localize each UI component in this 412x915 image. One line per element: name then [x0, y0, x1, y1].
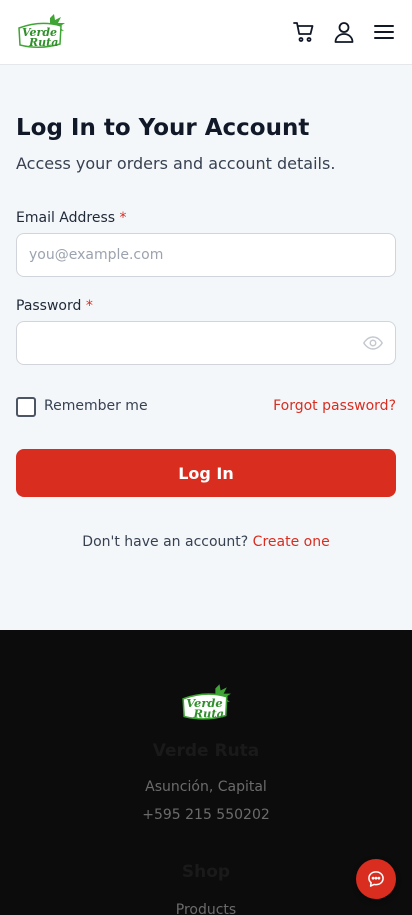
user-icon[interactable] [332, 20, 356, 44]
footer-shop-heading: Shop [181, 862, 231, 882]
logo-graphic: Verde Ruta [18, 14, 65, 49]
chat-button[interactable] [356, 859, 396, 899]
forgot-password-link[interactable]: Forgot password? [273, 398, 396, 414]
password-label: Password * [16, 298, 93, 314]
password-field[interactable] [16, 321, 396, 365]
footer-logo-text-ruta: Ruta [193, 707, 225, 721]
password-label-text: Password [16, 298, 82, 314]
site-footer: Verde Ruta Verde Ruta Asunción, Capital … [0, 630, 412, 915]
password-required-mark: * [85, 298, 93, 314]
footer-location: Asunción, Capital [145, 779, 267, 795]
eye-icon[interactable] [362, 332, 384, 354]
page-title: Log In to Your Account [16, 115, 310, 141]
menu-icon[interactable] [372, 20, 396, 44]
footer-logo[interactable]: Verde Ruta [180, 684, 232, 722]
chat-icon [368, 871, 384, 887]
footer-brand-name: Verde Ruta [152, 741, 260, 761]
site-header: Verde Ruta [0, 0, 412, 65]
footer-logo-graphic: Verde Ruta [182, 684, 231, 721]
cart-icon[interactable] [292, 20, 316, 44]
remember-me-checkbox[interactable] [16, 397, 36, 417]
email-label-text: Email Address [16, 210, 116, 226]
remember-me-label[interactable]: Remember me [44, 398, 148, 414]
email-required-mark: * [119, 210, 127, 226]
email-field[interactable] [16, 233, 396, 277]
signup-prompt-text: Don't have an account? [82, 534, 249, 550]
login-button[interactable]: Log In [16, 449, 396, 497]
logo-text-ruta: Ruta [28, 36, 58, 49]
create-account-link[interactable]: Create one [253, 534, 330, 550]
page-subtitle: Access your orders and account details. [16, 154, 336, 173]
email-label: Email Address * [16, 210, 127, 226]
signup-prompt: Don't have an account? Create one [16, 534, 396, 550]
footer-link-products[interactable]: Products [0, 902, 412, 915]
site-logo[interactable]: Verde Ruta [16, 14, 66, 50]
footer-phone[interactable]: +595 215 550202 [0, 807, 412, 823]
